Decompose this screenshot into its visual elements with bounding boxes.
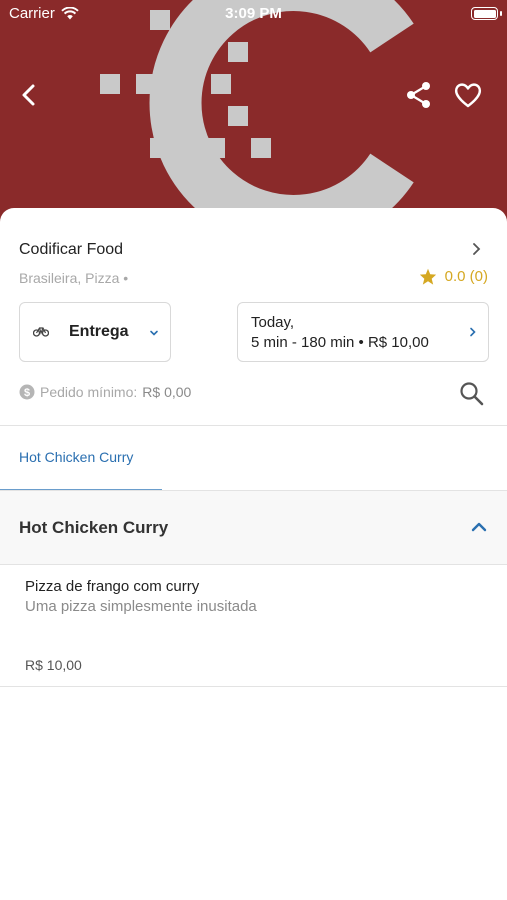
schedule-day: Today, (251, 314, 295, 331)
chevron-left-icon[interactable] (14, 80, 44, 110)
tab-hot-chicken-curry[interactable]: Hot Chicken Curry (19, 449, 133, 465)
status-time: 3:09 PM (225, 5, 282, 22)
svg-text:$: $ (24, 387, 30, 399)
schedule-details: 5 min - 180 min • R$ 10,00 (251, 334, 429, 351)
category-title: Hot Chicken Curry (19, 518, 169, 537)
chevron-right-icon (470, 327, 476, 337)
minimum-order-label: Pedido mínimo: (40, 384, 138, 400)
divider (0, 686, 507, 687)
category-header[interactable]: Hot Chicken Curry (0, 491, 507, 564)
bicycle-icon (33, 327, 49, 337)
store-banner: Carrier 3:09 PM (0, 0, 507, 232)
store-rating: 0.0 (0) (419, 268, 488, 285)
heart-icon[interactable] (452, 80, 484, 110)
store-logo (100, 0, 414, 232)
battery-tip (500, 11, 502, 16)
chevron-right-icon[interactable] (468, 241, 484, 257)
share-icon[interactable] (404, 80, 434, 110)
rating-value: 0.0 (0) (444, 268, 488, 285)
status-bar: Carrier 3:09 PM (0, 0, 507, 28)
chevron-up-icon[interactable] (470, 521, 488, 533)
divider (0, 564, 507, 565)
item-price: R$ 10,00 (25, 657, 82, 673)
search-icon[interactable] (458, 380, 486, 408)
chevron-down-icon (150, 330, 158, 336)
delivery-mode-label: Entrega (69, 323, 129, 340)
minimum-order: $ Pedido mínimo: R$ 0,00 (19, 384, 191, 400)
delivery-mode-select[interactable]: Entrega (19, 302, 171, 362)
store-categories: Brasileira, Pizza • (19, 270, 129, 286)
delivery-schedule-select[interactable]: Today, 5 min - 180 min • R$ 10,00 (237, 302, 489, 362)
store-name[interactable]: Codificar Food (19, 241, 123, 259)
dollar-icon: $ (19, 384, 35, 400)
store-card: Codificar Food Brasileira, Pizza • 0.0 (… (0, 208, 507, 900)
battery-icon (471, 7, 498, 20)
star-icon (419, 268, 436, 285)
item-description: Uma pizza simplesmente inusitada (25, 598, 257, 615)
minimum-order-value: R$ 0,00 (142, 384, 192, 400)
item-name: Pizza de frango com curry (25, 578, 200, 595)
divider (0, 425, 507, 426)
